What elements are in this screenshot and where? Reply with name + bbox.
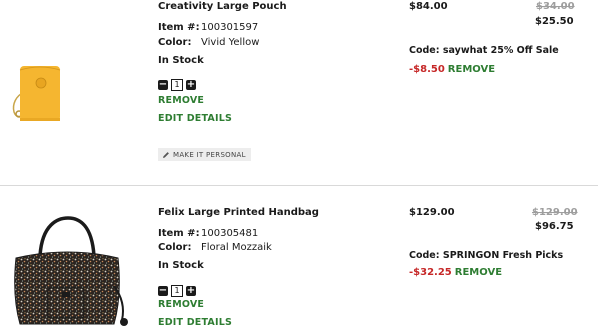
quantity-value[interactable]: 1 — [171, 285, 183, 297]
color-row: Color: Vivid Yellow — [158, 37, 259, 48]
cart-item: Creativity Large Pouch Item #:100301597 … — [0, 0, 598, 185]
unit-price: $129.00 — [409, 207, 455, 218]
make-it-personal-label: MAKE IT PERSONAL — [173, 150, 246, 159]
discount-row: -$8.50 REMOVE — [409, 64, 495, 75]
cart-item: Felix Large Printed Handbag Item #:10030… — [0, 186, 598, 332]
promo-code: Code: saywhat 25% Off Sale — [409, 45, 559, 56]
color-label: Color: — [158, 37, 192, 48]
product-name[interactable]: Creativity Large Pouch — [158, 1, 287, 12]
discount-amount: -$32.25 — [409, 267, 452, 278]
remove-promo-button[interactable]: REMOVE — [448, 64, 495, 75]
item-number-row: Item #:100305481 — [158, 228, 258, 239]
edit-details-button[interactable]: EDIT DETAILS — [158, 113, 232, 124]
color-label: Color: — [158, 242, 192, 253]
sale-price: $96.75 — [535, 221, 574, 232]
item-number-label: Item #: — [158, 228, 200, 239]
minus-icon[interactable]: − — [158, 80, 168, 90]
color-row: Color: Floral Mozzaik — [158, 242, 272, 253]
stock-status: In Stock — [158, 55, 204, 66]
original-price: $34.00 — [536, 1, 575, 12]
make-it-personal-button[interactable]: MAKE IT PERSONAL — [158, 148, 251, 161]
item-number-value: 100301597 — [201, 22, 259, 33]
product-image[interactable] — [10, 56, 62, 124]
quantity-stepper: − 1 + — [158, 285, 196, 297]
item-number-row: Item #:100301597 — [158, 22, 258, 33]
color-value: Vivid Yellow — [201, 37, 260, 48]
remove-button[interactable]: REMOVE — [158, 95, 204, 106]
pencil-icon — [163, 151, 169, 158]
item-number-label: Item #: — [158, 22, 200, 33]
color-value: Floral Mozzaik — [201, 242, 272, 253]
sale-price: $25.50 — [535, 16, 574, 27]
minus-icon[interactable]: − — [158, 286, 168, 296]
product-image[interactable] — [2, 216, 132, 332]
item-number-value: 100305481 — [201, 228, 259, 239]
stock-status: In Stock — [158, 260, 204, 271]
discount-row: -$32.25 REMOVE — [409, 267, 502, 278]
quantity-stepper: − 1 + — [158, 79, 196, 91]
original-price: $129.00 — [532, 207, 578, 218]
quantity-value[interactable]: 1 — [171, 79, 183, 91]
unit-price: $84.00 — [409, 1, 448, 12]
product-name[interactable]: Felix Large Printed Handbag — [158, 207, 319, 218]
plus-icon[interactable]: + — [186, 286, 196, 296]
remove-promo-button[interactable]: REMOVE — [455, 267, 502, 278]
remove-button[interactable]: REMOVE — [158, 299, 204, 310]
promo-code: Code: SPRINGON Fresh Picks — [409, 250, 564, 261]
plus-icon[interactable]: + — [186, 80, 196, 90]
discount-amount: -$8.50 — [409, 64, 445, 75]
edit-details-button[interactable]: EDIT DETAILS — [158, 317, 232, 328]
